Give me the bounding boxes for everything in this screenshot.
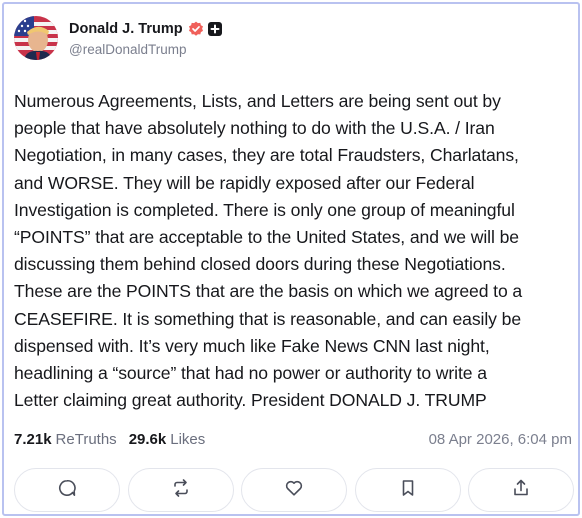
repost-icon bbox=[171, 478, 191, 503]
post-line: and WORSE. They will be rapidly exposed … bbox=[14, 172, 475, 193]
post-line: dispensed with. It’s very much like Fake… bbox=[14, 335, 490, 356]
retruths-label: ReTruths bbox=[55, 431, 117, 448]
verified-badge-icon bbox=[188, 21, 204, 37]
post-stats: 7.21k ReTruths 29.6k Likes 08 Apr 2026, 6:… bbox=[14, 431, 572, 448]
post-line: CEASEFIRE. It is something that is reaso… bbox=[14, 308, 522, 329]
post-timestamp[interactable]: 08 Apr 2026, 6:04 pm bbox=[429, 431, 572, 448]
post-line: people that have absolutely nothing to d… bbox=[14, 118, 495, 139]
author-handle[interactable]: @realDonaldTrump bbox=[69, 42, 222, 57]
display-name[interactable]: Donald J. Trump bbox=[69, 21, 183, 37]
likes-label: Likes bbox=[170, 431, 206, 448]
share-icon bbox=[511, 478, 531, 503]
author-names: Donald J. Trump @realDonaldTrump bbox=[69, 19, 222, 57]
retruth-button[interactable] bbox=[127, 468, 234, 512]
post-line: These are the POINTS that are the basis … bbox=[14, 281, 523, 302]
comment-icon bbox=[57, 478, 77, 503]
post-card: Donald J. Trump @realDonaldTrump Numerou… bbox=[2, 2, 580, 516]
post-body: Numerous Agreements, Lists, and Letters … bbox=[14, 88, 576, 414]
retruths-stat[interactable]: 7.21k ReTruths bbox=[14, 431, 117, 448]
post-line: Numerous Agreements, Lists, and Letters … bbox=[14, 91, 501, 111]
like-button[interactable] bbox=[241, 468, 347, 512]
share-button[interactable] bbox=[468, 468, 574, 512]
plus-badge-icon bbox=[207, 22, 222, 36]
name-row: Donald J. Trump bbox=[69, 19, 222, 39]
post-line: Letter claiming great authority. Preside… bbox=[14, 390, 487, 411]
heart-icon bbox=[284, 478, 304, 503]
post-line: Negotiation, in many cases, they are tot… bbox=[14, 145, 519, 166]
avatar[interactable] bbox=[14, 16, 58, 60]
reply-button[interactable] bbox=[14, 468, 120, 512]
likes-stat[interactable]: 29.6k Likes bbox=[129, 431, 206, 448]
likes-count: 29.6k bbox=[128, 431, 167, 448]
post-line: “POINTS” that are acceptable to the Unit… bbox=[14, 227, 519, 248]
action-bar bbox=[14, 468, 574, 512]
bookmark-icon bbox=[398, 478, 418, 503]
post-line: headlining a “source” that had no power … bbox=[14, 363, 487, 384]
post-line: discussing them behind closed doors duri… bbox=[14, 254, 506, 275]
retruths-count: 7.21k bbox=[14, 431, 52, 448]
post-line: Investigation is completed. There is onl… bbox=[14, 199, 515, 220]
bookmark-button[interactable] bbox=[354, 468, 461, 512]
post-header: Donald J. Trump @realDonaldTrump bbox=[14, 16, 222, 60]
